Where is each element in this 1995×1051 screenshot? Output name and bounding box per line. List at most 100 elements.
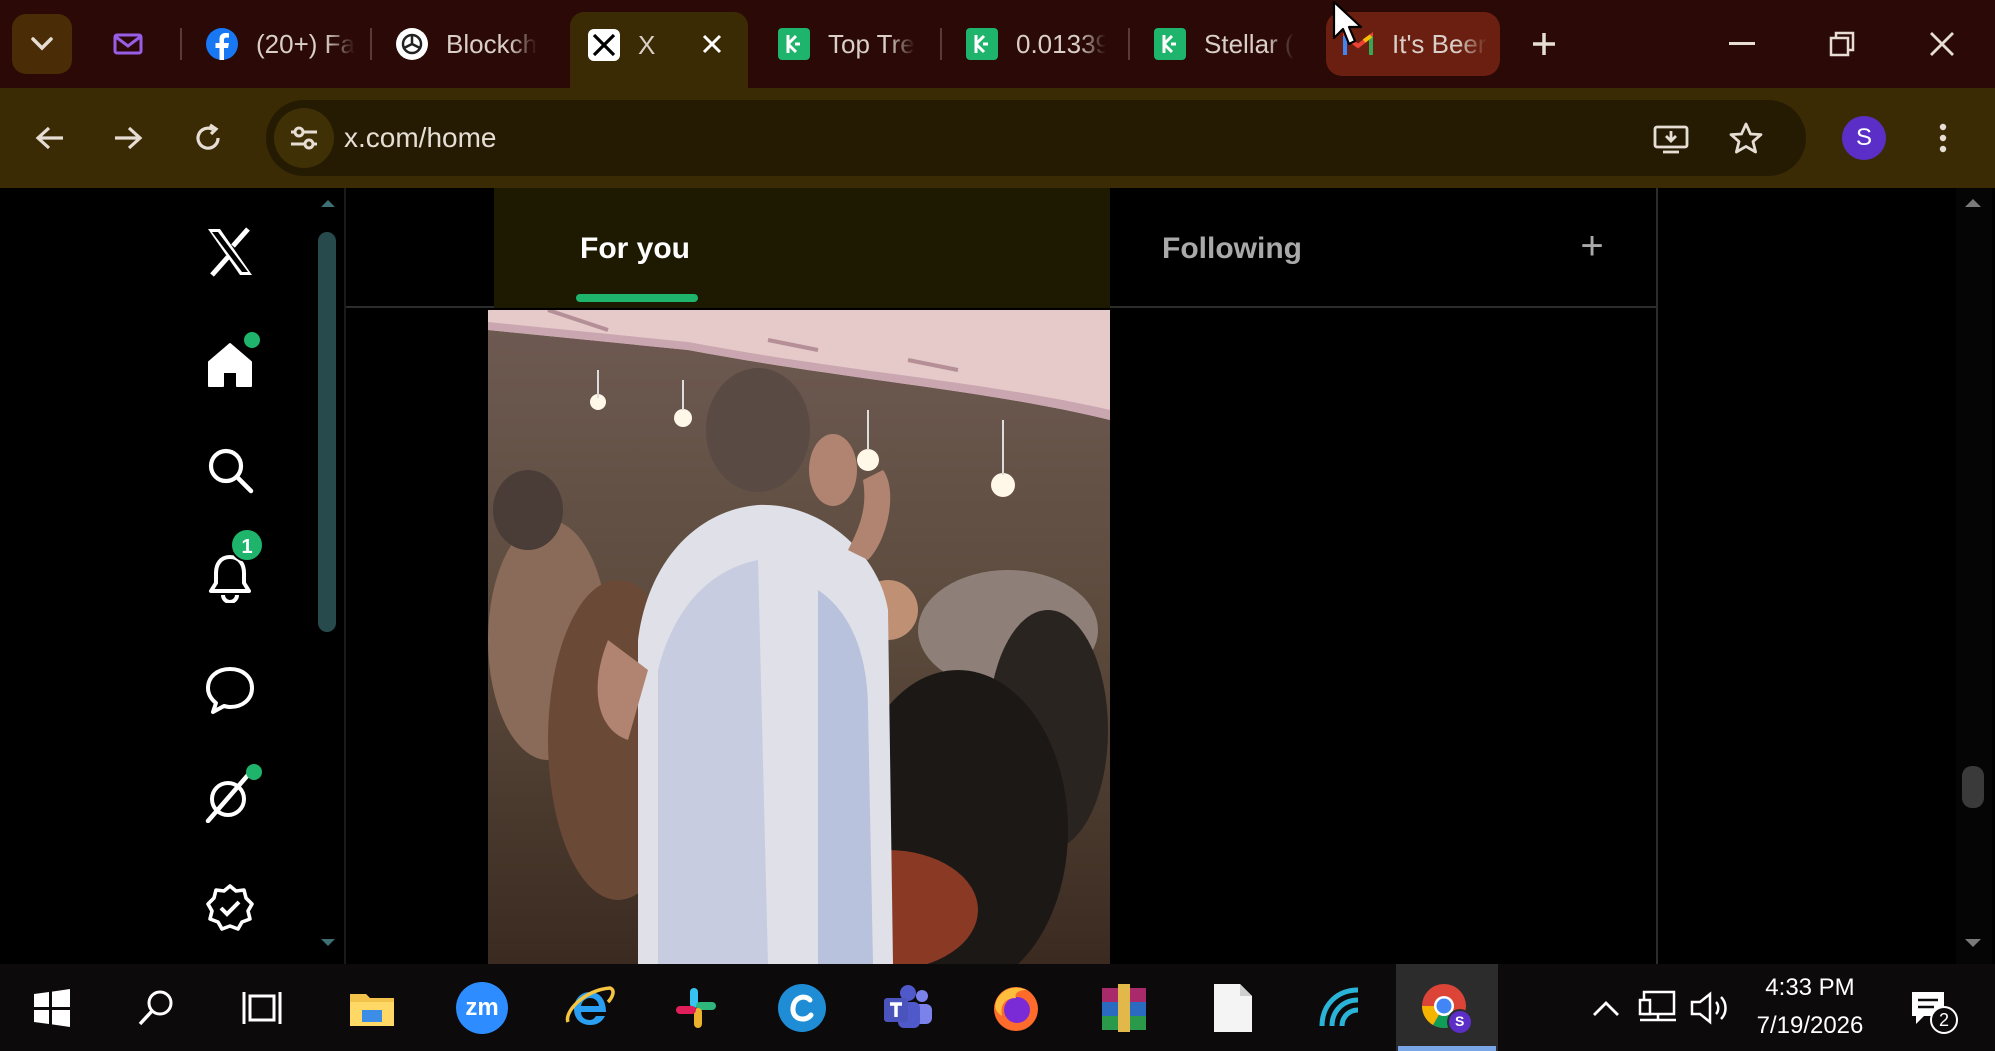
nav-explore[interactable] [198, 438, 262, 502]
x-logo-icon [204, 226, 256, 278]
forward-button[interactable] [106, 116, 150, 160]
tab-following[interactable]: Following [1162, 232, 1302, 266]
bookmark-button[interactable] [1724, 116, 1768, 160]
browser-tab-kucoin-1[interactable]: Top Tre [778, 12, 928, 76]
tab-title: X [638, 29, 656, 60]
close-window-button[interactable] [1920, 24, 1964, 64]
signal-waves-icon [1314, 982, 1366, 1034]
nav-messages[interactable] [198, 658, 262, 722]
reload-button[interactable] [186, 116, 230, 160]
nav-home[interactable] [198, 332, 262, 396]
chevron-down-icon [30, 36, 54, 52]
page-scroll-down[interactable] [1962, 936, 1984, 952]
slack-icon [672, 984, 720, 1032]
chevron-up-icon [1592, 999, 1620, 1017]
tab-separator [1128, 28, 1130, 60]
restore-icon [1829, 31, 1855, 57]
kucoin-icon [1154, 28, 1186, 60]
task-view-button[interactable] [234, 980, 290, 1036]
unread-dot [244, 332, 260, 348]
tab-search-button[interactable] [12, 14, 72, 74]
browser-tab-mail[interactable] [112, 12, 152, 76]
url-text[interactable]: x.com/home [344, 100, 497, 176]
verified-badge-icon [205, 883, 255, 933]
tab-title: Stellar ( [1204, 28, 1294, 59]
reload-icon [193, 123, 223, 153]
internet-explorer-button[interactable] [562, 980, 618, 1036]
notification-count-badge: 1 [230, 528, 264, 562]
file-explorer-button[interactable] [344, 980, 400, 1036]
nav-verified[interactable] [198, 876, 262, 940]
clock-time[interactable]: 4:33 PM [1740, 974, 1880, 1002]
nav-notifications[interactable]: 1 [198, 528, 264, 610]
x-sidebar-nav: 1 [0, 188, 344, 964]
unread-dot [246, 764, 262, 780]
browser-tab-facebook[interactable]: (20+) Fa [206, 12, 366, 76]
volume-button[interactable] [1688, 980, 1732, 1036]
browser-tab-chatgpt[interactable]: Blockch [396, 12, 546, 76]
profile-avatar[interactable]: S [1842, 116, 1886, 160]
start-button[interactable] [24, 980, 80, 1036]
post-video-media[interactable] [488, 310, 1110, 964]
install-app-button[interactable] [1650, 118, 1692, 160]
browser-tab-kucoin-3[interactable]: Stellar ( [1154, 12, 1294, 76]
site-info-button[interactable] [274, 108, 334, 168]
task-view-icon [242, 988, 282, 1028]
zoom-app-button[interactable]: zm [454, 980, 510, 1036]
notification-count: 2 [1930, 1006, 1958, 1034]
tab-strip: (20+) Fa Blockch X Top Tre 0.01339 Stell… [0, 0, 1995, 88]
page-scroll-up[interactable] [1962, 196, 1984, 212]
sidebar-scrollbar-thumb[interactable] [318, 232, 336, 632]
slack-button[interactable] [668, 980, 724, 1036]
address-bar[interactable]: x.com/home [266, 100, 1806, 176]
teams-button[interactable] [880, 980, 936, 1036]
winrar-icon [1098, 982, 1150, 1034]
zoom-icon: zm [456, 982, 508, 1034]
browser-tab-kucoin-2[interactable]: 0.01339 [966, 12, 1106, 76]
star-icon [1729, 122, 1763, 154]
show-hidden-icons-button[interactable] [1584, 980, 1628, 1036]
windows-taskbar: zm S 4:33 PM 7/19/2026 2 [0, 964, 1995, 1051]
tab-title: Top Tre [828, 28, 915, 59]
new-tab-button[interactable] [1524, 24, 1564, 64]
teams-icon [882, 984, 934, 1032]
openai-icon [396, 28, 428, 60]
nav-grok[interactable] [198, 764, 262, 828]
file-app-button[interactable] [1204, 980, 1260, 1036]
close-icon [702, 34, 722, 54]
close-tab-button[interactable] [694, 26, 730, 62]
page-scrollbar-thumb[interactable] [1962, 766, 1984, 808]
sidebar-scroll-down[interactable] [318, 936, 338, 952]
search-icon [206, 446, 254, 494]
network-status-button[interactable] [1636, 980, 1680, 1036]
firefox-button[interactable] [988, 980, 1044, 1036]
firefox-icon [990, 982, 1042, 1034]
tab-separator [370, 28, 372, 60]
column-divider [1656, 308, 1658, 964]
browser-menu-button[interactable] [1928, 116, 1958, 160]
network-icon [1638, 990, 1678, 1026]
page-scrollbar[interactable] [1956, 188, 1992, 964]
close-icon [1928, 30, 1956, 58]
clock-date[interactable]: 7/19/2026 [1740, 1012, 1880, 1040]
minimize-button[interactable] [1720, 24, 1764, 64]
restore-button[interactable] [1820, 24, 1864, 64]
chrome-button[interactable]: S [1418, 980, 1474, 1036]
profile-initial: S [1855, 124, 1872, 151]
network-app-button[interactable] [1312, 980, 1368, 1036]
tab-for-you-label[interactable]: For you [580, 232, 690, 266]
chrome-icon [1418, 980, 1474, 1036]
canva-button[interactable] [774, 980, 830, 1036]
arrow-left-icon [35, 125, 65, 151]
back-button[interactable] [28, 116, 72, 160]
winrar-button[interactable] [1096, 980, 1152, 1036]
add-timeline-button[interactable]: + [1574, 224, 1610, 272]
x-logo-icon [588, 29, 620, 61]
action-center-button[interactable]: 2 [1900, 980, 1958, 1036]
canva-icon [776, 982, 828, 1034]
tab-separator [940, 28, 942, 60]
kucoin-icon [966, 28, 998, 60]
taskbar-search-button[interactable] [128, 980, 184, 1036]
x-home-logo[interactable] [198, 220, 262, 284]
sidebar-scroll-up[interactable] [318, 196, 338, 212]
